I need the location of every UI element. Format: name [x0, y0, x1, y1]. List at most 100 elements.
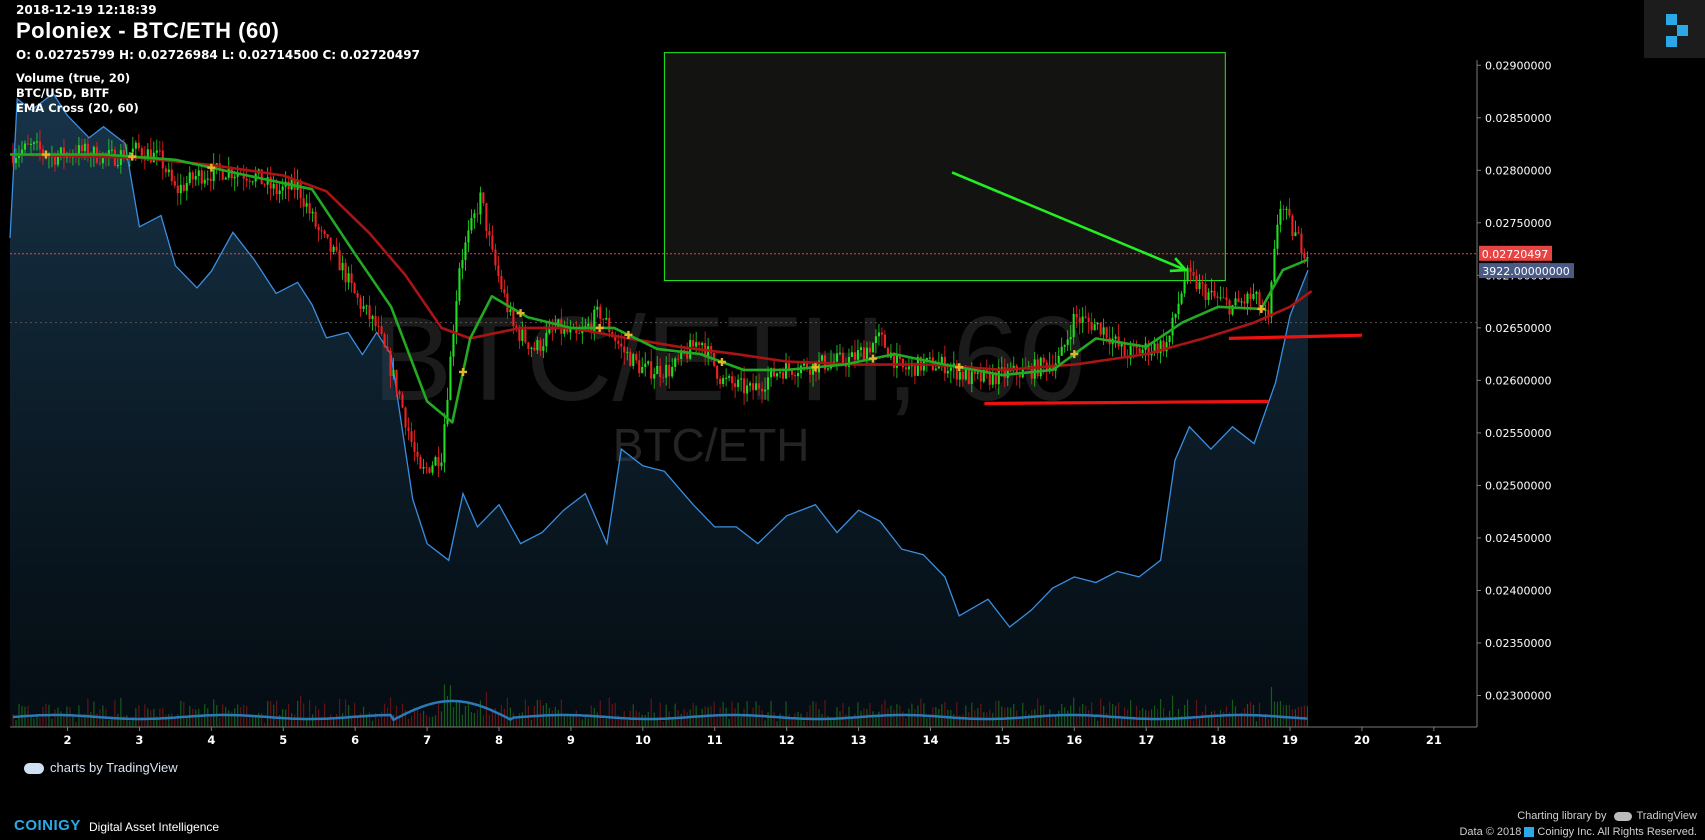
candle[interactable] [644, 363, 647, 367]
candle[interactable] [464, 242, 467, 261]
candle[interactable] [506, 293, 509, 313]
candle[interactable] [308, 203, 311, 214]
candle[interactable] [203, 179, 206, 184]
candle[interactable] [883, 334, 886, 348]
candle[interactable] [164, 168, 167, 173]
candle[interactable] [32, 142, 36, 144]
candle[interactable] [476, 213, 479, 215]
candle[interactable] [1240, 301, 1243, 303]
candle[interactable] [137, 142, 140, 149]
candle[interactable] [452, 334, 455, 357]
candle[interactable] [224, 177, 227, 180]
candle[interactable] [671, 366, 674, 377]
candle[interactable] [281, 186, 284, 191]
candle[interactable] [719, 378, 722, 385]
candle[interactable] [961, 372, 964, 380]
candle[interactable] [620, 343, 623, 347]
candle[interactable] [191, 172, 194, 180]
candle[interactable] [928, 357, 931, 359]
candle[interactable] [530, 347, 533, 349]
candle[interactable] [98, 162, 101, 164]
candle[interactable] [743, 378, 746, 394]
candle[interactable] [1171, 317, 1174, 336]
candle[interactable] [200, 170, 203, 184]
candle[interactable] [131, 148, 134, 153]
candle[interactable] [874, 336, 877, 344]
candle[interactable] [317, 226, 320, 231]
candle[interactable] [1042, 357, 1045, 363]
candle[interactable] [209, 178, 212, 182]
candle[interactable] [629, 351, 632, 367]
candle[interactable] [29, 143, 33, 145]
candle[interactable] [1282, 208, 1285, 210]
candle[interactable] [979, 372, 982, 382]
candle[interactable] [841, 352, 845, 363]
candle[interactable] [458, 268, 461, 302]
candle[interactable] [976, 372, 979, 374]
candle[interactable] [398, 391, 401, 395]
candle[interactable] [263, 184, 266, 186]
candle[interactable] [728, 376, 731, 378]
candle[interactable] [338, 250, 341, 271]
candle[interactable] [1183, 281, 1186, 294]
candle[interactable] [134, 142, 137, 149]
candle[interactable] [1000, 367, 1003, 369]
candle[interactable] [116, 165, 119, 167]
candle[interactable] [1234, 298, 1237, 306]
candle[interactable] [1246, 293, 1249, 304]
candle[interactable] [170, 169, 173, 182]
candle[interactable] [940, 356, 943, 364]
candle[interactable] [1018, 374, 1021, 378]
candle[interactable] [1084, 316, 1087, 318]
candle[interactable] [140, 148, 143, 156]
candle[interactable] [407, 427, 410, 432]
candle[interactable] [1141, 349, 1144, 354]
candle[interactable] [808, 369, 812, 375]
candle[interactable] [182, 184, 185, 191]
candle[interactable] [1093, 324, 1096, 331]
candle[interactable] [1060, 346, 1063, 356]
candle[interactable] [868, 347, 871, 353]
candle[interactable] [341, 262, 344, 271]
candle[interactable] [1255, 291, 1258, 295]
candle[interactable] [419, 456, 422, 469]
candle[interactable] [767, 377, 770, 390]
candle[interactable] [1225, 297, 1228, 301]
candle[interactable] [1087, 317, 1090, 322]
candle[interactable] [194, 176, 197, 180]
candle[interactable] [14, 157, 18, 163]
candle[interactable] [758, 383, 761, 389]
candle[interactable] [1273, 248, 1276, 282]
candle[interactable] [1291, 215, 1294, 237]
candle[interactable] [245, 178, 248, 181]
candle[interactable] [455, 301, 458, 335]
candle[interactable] [404, 407, 407, 428]
candle[interactable] [524, 329, 527, 343]
candle[interactable] [1096, 322, 1099, 325]
candle[interactable] [782, 372, 785, 379]
candle[interactable] [158, 150, 161, 152]
candle[interactable] [749, 383, 752, 386]
candle[interactable] [1294, 232, 1297, 237]
candle[interactable] [1285, 208, 1288, 210]
candle[interactable] [536, 340, 539, 351]
candle[interactable] [1222, 297, 1225, 299]
candle[interactable] [356, 293, 359, 298]
candle[interactable] [731, 376, 734, 384]
candle[interactable] [1216, 296, 1219, 298]
candle[interactable] [1237, 298, 1240, 303]
candle[interactable] [650, 361, 653, 379]
candle[interactable] [479, 192, 482, 215]
candle[interactable] [473, 213, 476, 219]
candle[interactable] [1306, 257, 1309, 259]
candle[interactable] [323, 230, 326, 235]
candle[interactable] [440, 462, 443, 467]
candle[interactable] [1213, 290, 1216, 297]
candle[interactable] [1303, 253, 1306, 259]
candle[interactable] [362, 306, 365, 309]
candle[interactable] [35, 141, 39, 143]
candle[interactable] [83, 143, 86, 152]
candle[interactable] [967, 369, 970, 384]
candle[interactable] [904, 367, 907, 370]
candle[interactable] [608, 318, 611, 333]
